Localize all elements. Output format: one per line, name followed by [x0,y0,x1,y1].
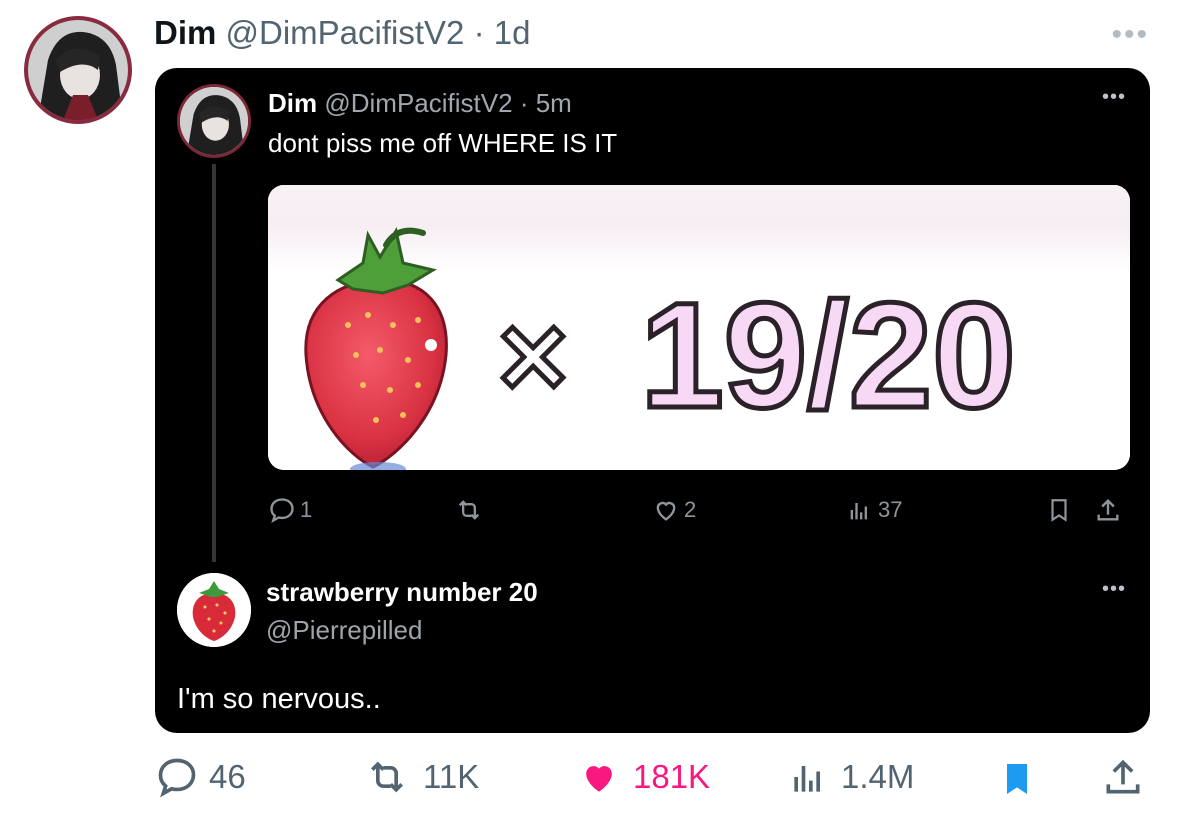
post-actions-bar: 46 11K 181K 1.4M [155,755,1150,805]
reply-text: I'm so nervous.. [177,683,381,715]
quoted-text: dont piss me off WHERE IS IT [268,128,618,158]
author-handle[interactable]: @DimPacifistV2 [226,14,465,51]
quoted-reply-count: 1 [300,497,313,522]
multiplier-sign: × [498,289,568,423]
quoted-actions-bar: 1 2 37 [268,496,1130,536]
thread-connector-line [212,164,216,562]
share-icon [1097,499,1119,521]
analytics-icon [794,766,820,792]
quoted-time[interactable]: 5m [536,88,572,118]
views-count: 1.4M [841,758,915,795]
quoted-like-count: 2 [684,497,697,522]
reply-count: 46 [209,758,246,795]
share-icon [1106,759,1140,794]
quoted-media-image[interactable]: × 19/20 [268,185,1130,470]
heart-filled-icon [586,766,612,792]
bookmark-icon [1051,499,1067,522]
quoted-bookmark-button[interactable] [1046,496,1072,524]
analytics-icon [850,503,867,520]
strawberry-counter-graphic: × 19/20 [268,185,1130,470]
like-count: 181K [633,758,711,795]
heart-icon [656,501,676,521]
strawberry-avatar-image [177,573,251,647]
quoted-views-button[interactable]: 37 [846,496,902,524]
strawberry-counter-text: 19/20 [640,271,1015,439]
quoted-author-avatar[interactable] [177,84,251,158]
bookmark-button[interactable] [997,755,1037,803]
post-time[interactable]: 1d [494,14,531,51]
quoted-author-name[interactable]: Dim [268,88,317,118]
reply-more-icon[interactable]: ••• [1102,578,1126,601]
quoted-avatar-image [180,87,248,155]
quoted-repost-button[interactable] [454,496,484,524]
quoted-author-handle[interactable]: @DimPacifistV2 [324,88,512,118]
repost-button[interactable]: 11K [361,755,479,799]
quoted-header: Dim @DimPacifistV2 · 5m [268,88,572,119]
reply-author-avatar[interactable] [177,573,251,647]
quoted-thread-card[interactable]: Dim @DimPacifistV2 · 5m ••• dont piss me… [155,68,1150,733]
repost-icon [371,761,403,793]
quoted-separator: · [519,88,529,118]
separator: · [473,14,485,51]
views-button[interactable]: 1.4M [787,755,914,799]
repost-count: 11K [423,758,480,795]
quoted-reply-button[interactable]: 1 [268,496,312,524]
author-name[interactable]: Dim [154,14,216,51]
share-button[interactable] [1101,755,1145,799]
like-button[interactable]: 181K [575,755,710,799]
quoted-more-icon[interactable]: ••• [1102,86,1126,109]
repost-icon [458,500,480,520]
author-avatar-image [28,20,128,120]
reply-author-name[interactable]: strawberry number 20 [266,577,538,608]
more-options-icon[interactable]: ••• [1111,18,1149,52]
reply-icon [158,758,196,798]
quoted-share-button[interactable] [1094,496,1122,524]
quoted-views-count: 37 [878,497,903,522]
post-header: Dim @DimPacifistV2 · 1d [154,14,530,52]
reply-button[interactable]: 46 [155,755,246,799]
reply-author-handle[interactable]: @Pierrepilled [266,615,422,646]
bookmark-filled-icon [1007,764,1027,794]
reply-icon [270,498,294,523]
quoted-like-button[interactable]: 2 [652,496,696,524]
author-avatar[interactable] [24,16,132,124]
